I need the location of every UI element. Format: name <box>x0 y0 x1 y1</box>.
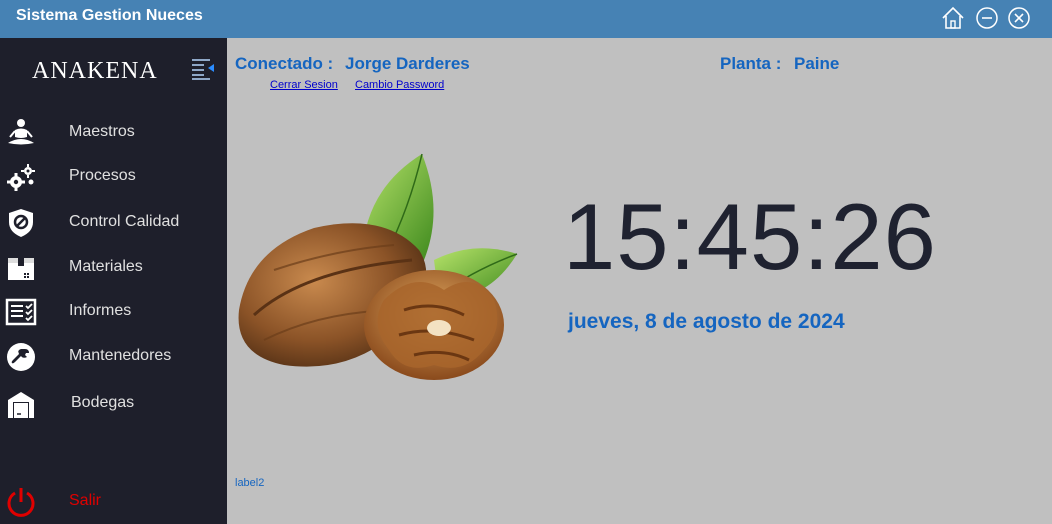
clock-date: jueves, 8 de agosto de 2024 <box>568 310 845 333</box>
sidebar-item-label: Mantenedores <box>69 347 172 364</box>
power-icon <box>5 486 37 518</box>
sidebar-item-label: Materiales <box>69 258 143 275</box>
plant-label: Planta : <box>720 54 782 73</box>
brand-logo: ANAKENA <box>32 58 158 84</box>
sidebar-item-label: Maestros <box>69 123 135 140</box>
logout-link[interactable]: Cerrar Sesion <box>270 79 338 91</box>
change-password-link[interactable]: Cambio Password <box>355 79 444 91</box>
sidebar-item-maestros[interactable]: Maestros <box>0 113 227 153</box>
title-bar: Sistema Gestion Nueces <box>0 0 1052 38</box>
sidebar-item-label: Informes <box>69 302 132 319</box>
meditation-person-icon <box>5 117 37 149</box>
close-icon[interactable] <box>1006 5 1032 31</box>
sidebar-item-bodegas[interactable]: Bodegas <box>0 384 227 424</box>
footer-label: label2 <box>235 477 265 489</box>
walnut-image <box>238 153 518 380</box>
gears-icon <box>5 161 37 193</box>
clock-time: 15:45:26 <box>563 184 937 289</box>
sidebar-item-control-calidad[interactable]: Control Calidad <box>0 203 227 243</box>
exit-label: Salir <box>69 492 102 509</box>
shield-icon <box>5 207 37 239</box>
sidebar-item-materiales[interactable]: Materiales <box>0 248 227 288</box>
sidebar-item-informes[interactable]: Informes <box>0 292 227 332</box>
home-icon[interactable] <box>940 5 966 31</box>
sidebar-item-mantenedores[interactable]: Mantenedores <box>0 337 227 377</box>
wrench-icon <box>5 341 37 373</box>
report-icon <box>5 296 37 328</box>
minimize-icon[interactable] <box>974 5 1000 31</box>
app-title: Sistema Gestion Nueces <box>16 7 203 24</box>
sidebar-item-procesos[interactable]: Procesos <box>0 157 227 197</box>
menu-collapse-icon[interactable] <box>191 57 217 81</box>
box-icon <box>5 252 37 284</box>
sidebar-item-salir[interactable]: Salir <box>0 482 227 522</box>
connected-label: Conectado : <box>235 54 334 73</box>
sidebar: ANAKENA Maestros Procesos Control Calida… <box>0 38 227 524</box>
warehouse-icon <box>5 388 37 420</box>
main-panel: Conectado : Jorge Darderes Planta : Pain… <box>227 38 1052 524</box>
connected-user: Jorge Darderes <box>345 54 470 73</box>
plant-value: Paine <box>794 54 840 73</box>
sidebar-item-label: Procesos <box>69 167 136 184</box>
sidebar-item-label: Bodegas <box>71 394 135 411</box>
sidebar-item-label: Control Calidad <box>69 213 180 230</box>
